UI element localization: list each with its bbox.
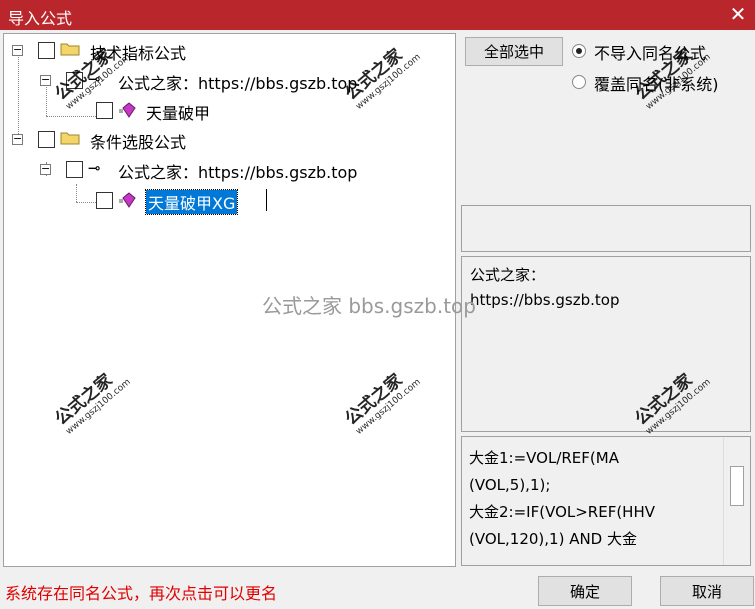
tree-node-tech-indicators[interactable]: − 技术指标公式	[4, 37, 304, 63]
tree-node-label: 技术指标公式	[90, 44, 187, 63]
tree-node-label: 公式之家：https://bbs.gszb.top	[118, 74, 358, 93]
radio-overwrite-label[interactable]: 覆盖同名(非系统)	[594, 71, 719, 95]
formula-tree[interactable]: − 技术指标公式 − ⊸ 公式之家：https://bbs.gszb.top 天…	[3, 33, 456, 567]
checkbox[interactable]	[38, 42, 55, 59]
tree-node-label: 天量破甲	[146, 104, 211, 123]
formula-icon	[119, 192, 136, 208]
formula-code: 大金1:=VOL/REF(MA (VOL,5),1); 大金2:=IF(VOL>…	[469, 445, 719, 553]
text-caret	[266, 189, 267, 211]
select-all-button[interactable]: 全部选中	[465, 37, 563, 66]
checkbox[interactable]	[96, 192, 113, 209]
checkbox[interactable]	[96, 102, 113, 119]
checkbox[interactable]	[38, 131, 55, 148]
radio-overwrite[interactable]	[572, 75, 586, 89]
info-text: 公式之家： https://bbs.gszb.top	[470, 263, 619, 313]
code-line: 大金2:=IF(VOL>REF(HHV	[469, 503, 655, 521]
tree-node-formula[interactable]: 天量破甲XG	[4, 187, 304, 215]
checkbox[interactable]	[66, 72, 83, 89]
radio-no-import[interactable]	[572, 44, 586, 58]
formula-icon	[119, 102, 136, 118]
cancel-button[interactable]: 取消	[660, 576, 754, 606]
window-title: 导入公式	[8, 9, 73, 28]
collapse-icon[interactable]: −	[40, 74, 51, 86]
info-line: https://bbs.gszb.top	[470, 291, 620, 309]
tree-node-label: 公式之家：https://bbs.gszb.top	[118, 163, 358, 182]
code-line: (VOL,120),1) AND 大金	[469, 530, 637, 548]
collapse-icon[interactable]: −	[12, 44, 23, 56]
collapse-icon[interactable]: −	[12, 133, 23, 145]
status-message: 系统存在同名公式，再次点击可以更名	[5, 584, 278, 603]
folder-icon	[60, 132, 80, 145]
tree-node-label-editing[interactable]: 天量破甲XG	[144, 189, 239, 215]
code-panel[interactable]: 大金1:=VOL/REF(MA (VOL,5),1); 大金2:=IF(VOL>…	[461, 436, 751, 566]
code-line: 大金1:=VOL/REF(MA	[469, 449, 619, 467]
code-scrollbar[interactable]	[723, 438, 749, 565]
tree-node-source[interactable]: − ⊸ 公式之家：https://bbs.gszb.top	[4, 156, 404, 182]
tree-node-label: 条件选股公式	[90, 133, 187, 152]
tree-node-stock-selection[interactable]: − 条件选股公式	[4, 126, 304, 152]
empty-panel	[461, 205, 751, 252]
radio-no-import-label[interactable]: 不导入同名公式	[594, 40, 706, 64]
info-panel: 公式之家： https://bbs.gszb.top	[461, 256, 751, 432]
close-icon[interactable]: ✕	[727, 3, 749, 25]
scrollbar-thumb[interactable]	[730, 466, 744, 506]
tree-node-source[interactable]: − ⊸ 公式之家：https://bbs.gszb.top	[4, 67, 404, 93]
code-line: (VOL,5),1);	[469, 476, 551, 494]
key-icon: ⊸	[88, 70, 101, 88]
key-icon: ⊸	[88, 159, 101, 177]
ok-button[interactable]: 确定	[538, 576, 632, 606]
tree-node-formula[interactable]: 天量破甲	[4, 97, 304, 123]
collapse-icon[interactable]: −	[40, 163, 51, 175]
folder-icon	[60, 43, 80, 56]
checkbox[interactable]	[66, 161, 83, 178]
info-line: 公式之家：	[470, 266, 546, 284]
title-bar: 导入公式 ✕	[0, 0, 755, 30]
